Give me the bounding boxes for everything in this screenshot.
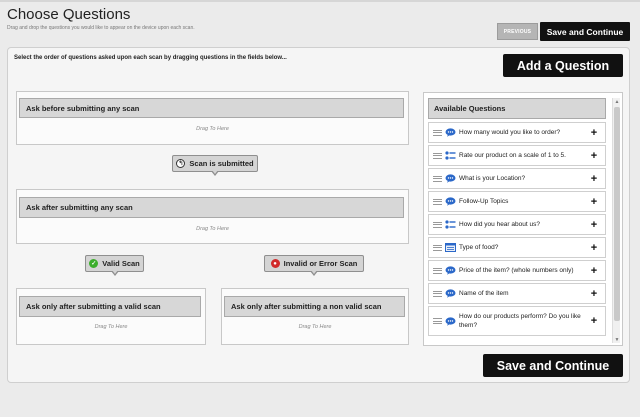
page-title: Choose Questions — [7, 6, 131, 23]
save-continue-top-button[interactable]: Save and Continue — [540, 22, 630, 41]
question-label: How did you hear about us? — [459, 221, 540, 228]
add-icon[interactable]: + — [589, 127, 599, 139]
chat-bubble-icon — [445, 128, 456, 137]
invalid-scan-zone-title: Ask only after submitting a non valid sc… — [224, 296, 405, 317]
page-subtitle: Drag and drop the questions you would li… — [7, 25, 195, 31]
chat-bubble-icon — [445, 316, 456, 326]
question-item[interactable]: Type of food? + — [428, 237, 606, 258]
available-questions-list: How many would you like to order? + Rate… — [428, 122, 606, 338]
question-label: Name of the item — [459, 290, 509, 297]
question-item[interactable]: How many would you like to order? + — [428, 122, 606, 143]
before-scan-zone-title: Ask before submitting any scan — [19, 98, 404, 118]
valid-scan-drag-hint: Drag To Here — [94, 324, 128, 330]
question-item[interactable]: What is your Location? + — [428, 168, 606, 189]
drag-handle-icon[interactable] — [433, 175, 442, 182]
drag-handle-icon[interactable] — [433, 267, 442, 274]
chat-bubble-icon — [445, 266, 456, 275]
drag-handle-icon[interactable] — [433, 152, 442, 159]
after-scan-zone-title: Ask after submitting any scan — [19, 197, 404, 218]
questions-scrollbar[interactable]: ▲ ▼ — [612, 98, 620, 343]
scan-submit-icon: ↰ — [176, 159, 186, 168]
scan-submitted-label: Scan is submitted — [189, 159, 254, 168]
drag-handle-icon[interactable] — [433, 198, 442, 205]
add-icon[interactable]: + — [589, 173, 599, 185]
check-icon: ✓ — [89, 259, 99, 268]
previous-button[interactable]: PREVIOUS — [497, 23, 538, 40]
question-label: How many would you like to order? — [459, 129, 561, 136]
drag-handle-icon[interactable] — [433, 290, 442, 297]
scroll-up-icon[interactable]: ▲ — [613, 98, 621, 105]
add-question-button[interactable]: Add a Question — [503, 54, 623, 77]
add-icon[interactable]: + — [589, 265, 599, 277]
rating-scale-icon — [445, 220, 456, 229]
instruction-text: Select the order of questions asked upon… — [14, 55, 287, 61]
chat-bubble-icon — [445, 197, 456, 206]
question-label: Price of the item? (whole numbers only) — [459, 267, 574, 274]
drag-handle-icon[interactable] — [433, 129, 442, 136]
invalid-scan-marker: ● Invalid or Error Scan — [264, 255, 364, 276]
add-icon[interactable]: + — [589, 196, 599, 208]
scroll-down-icon[interactable]: ▼ — [613, 336, 621, 343]
available-questions-title: Available Questions — [428, 98, 606, 119]
list-icon — [445, 243, 456, 252]
question-label: Rate our product on a scale of 1 to 5. — [459, 152, 566, 159]
before-scan-drag-hint: Drag To Here — [196, 126, 229, 132]
chat-bubble-icon — [445, 289, 456, 298]
question-item[interactable]: Follow-Up Topics + — [428, 191, 606, 212]
question-item[interactable]: How do our products perform? Do you like… — [428, 306, 606, 336]
drag-handle-icon[interactable] — [433, 244, 442, 251]
rating-scale-icon — [445, 151, 456, 160]
invalid-scan-label: Invalid or Error Scan — [283, 259, 358, 268]
drag-handle-icon[interactable] — [433, 221, 442, 228]
add-icon[interactable]: + — [589, 242, 599, 254]
question-label: What is your Location? — [459, 175, 526, 182]
invalid-scan-drag-hint: Drag To Here — [298, 324, 332, 330]
question-item[interactable]: Price of the item? (whole numbers only) … — [428, 260, 606, 281]
drag-handle-icon[interactable] — [433, 318, 442, 324]
add-icon[interactable]: + — [589, 288, 599, 300]
question-label: Type of food? — [459, 244, 499, 251]
scroll-thumb[interactable] — [614, 107, 620, 321]
chat-bubble-icon — [445, 174, 456, 183]
top-border — [0, 0, 640, 2]
valid-scan-label: Valid Scan — [102, 259, 140, 268]
valid-scan-marker: ✓ Valid Scan — [85, 255, 144, 276]
scan-submitted-marker: ↰ Scan is submitted — [172, 155, 258, 176]
question-item[interactable]: Rate our product on a scale of 1 to 5. + — [428, 145, 606, 166]
error-icon: ● — [270, 259, 280, 268]
after-scan-drag-hint: Drag To Here — [196, 226, 229, 232]
question-item[interactable]: How did you hear about us? + — [428, 214, 606, 235]
add-icon[interactable]: + — [589, 219, 599, 231]
save-continue-bottom-button[interactable]: Save and Continue — [483, 354, 623, 377]
question-item[interactable]: Name of the item + — [428, 283, 606, 304]
valid-scan-zone-title: Ask only after submitting a valid scan — [19, 296, 201, 317]
add-icon[interactable]: + — [589, 150, 599, 162]
question-label: How do our products perform? Do you like… — [459, 313, 581, 329]
question-label: Follow-Up Topics — [459, 198, 509, 205]
add-icon[interactable]: + — [589, 315, 599, 327]
